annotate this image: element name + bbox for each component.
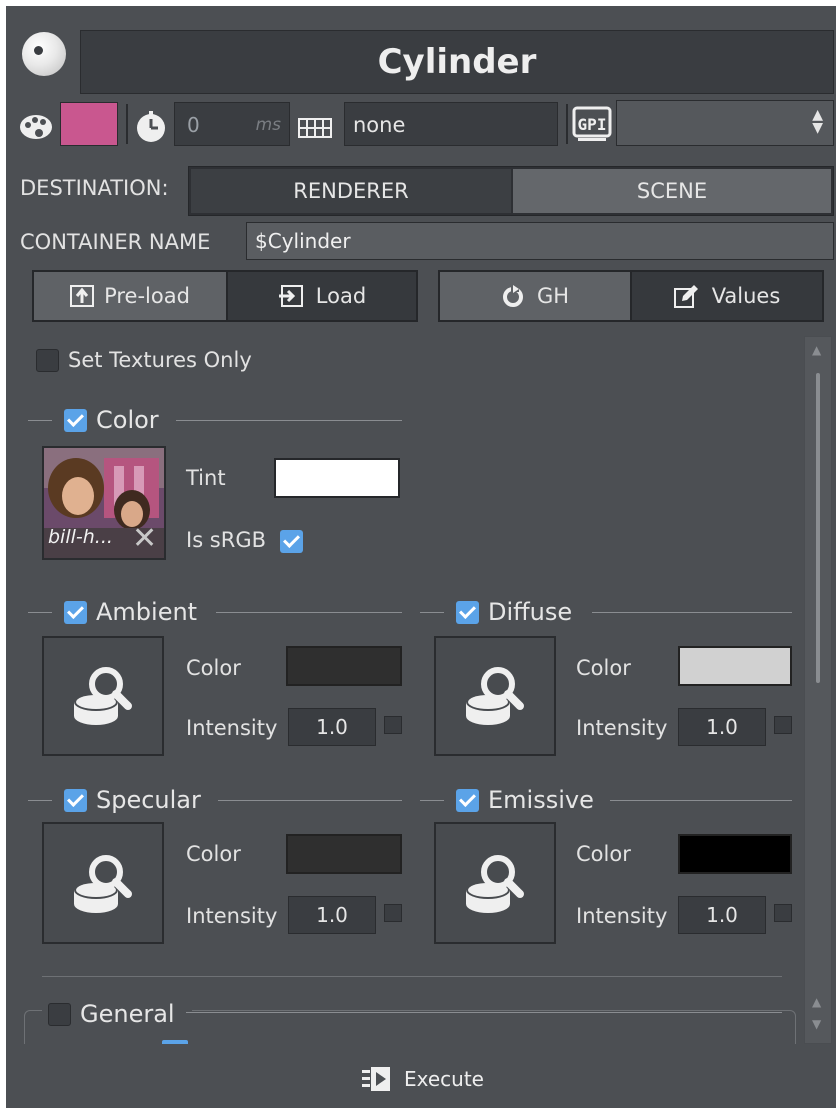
destination-renderer-button[interactable]: RENDERER — [191, 169, 511, 213]
database-search-icon — [74, 667, 132, 725]
ambient-color-label: Color — [186, 656, 241, 680]
execute-label: Execute — [404, 1067, 484, 1091]
diffuse-intensity-input[interactable]: 1.0 — [678, 708, 766, 746]
gh-values-group: GH Values — [438, 270, 824, 322]
sphere-icon — [22, 32, 66, 76]
destination-toggle: RENDERER SCENE — [188, 166, 834, 216]
ambient-checkbox[interactable] — [64, 601, 87, 624]
time-input[interactable]: 0 ms — [174, 102, 290, 146]
emissive-intensity-input[interactable]: 1.0 — [678, 896, 766, 934]
load-buttons-group: Pre-load Load — [32, 270, 418, 322]
palette-icon — [18, 112, 54, 142]
diffuse-color-label: Color — [576, 656, 631, 680]
scroll-content: Set Textures Only Color bill-h... ✕ Tint — [6, 332, 802, 1044]
specular-title: Specular — [96, 786, 201, 814]
section-divider — [42, 976, 782, 977]
remove-texture-icon[interactable]: ✕ — [132, 524, 157, 554]
specular-texture-slot[interactable] — [42, 822, 164, 944]
specular-color-label: Color — [186, 842, 241, 866]
ambient-intensity-label: Intensity — [186, 716, 278, 740]
emissive-color-swatch[interactable] — [678, 834, 792, 874]
color-section-checkbox[interactable] — [64, 409, 87, 432]
gpi-select[interactable]: ▲ ▼ — [616, 100, 834, 146]
gpi-icon: GPI — [572, 106, 612, 142]
texture-name: bill-h... — [48, 526, 113, 548]
emissive-title: Emissive — [488, 786, 594, 814]
emissive-checkbox[interactable] — [456, 789, 479, 812]
values-button[interactable]: Values — [632, 272, 822, 320]
database-search-icon — [466, 855, 524, 913]
scroll-up-arrow[interactable]: ▲ — [812, 343, 821, 357]
layer-grid-icon — [298, 118, 332, 138]
ambient-texture-slot[interactable] — [42, 636, 164, 756]
color-texture-thumbnail[interactable]: bill-h... ✕ — [42, 446, 166, 560]
diffuse-animate-toggle[interactable] — [774, 716, 792, 734]
destination-label: DESTINATION: — [20, 176, 169, 200]
database-search-icon — [74, 855, 132, 913]
emissive-texture-slot[interactable] — [434, 822, 556, 944]
tint-label: Tint — [186, 466, 226, 490]
emissive-intensity-label: Intensity — [576, 904, 668, 928]
color-section-title: Color — [96, 406, 159, 434]
tint-color-swatch[interactable] — [274, 458, 400, 498]
material-panel: Cylinder 0 ms none GPI ▲ ▼ DESTINATION: R… — [6, 6, 836, 1108]
specular-animate-toggle[interactable] — [384, 904, 402, 922]
layer-value: none — [353, 113, 406, 137]
ambient-color-swatch[interactable] — [286, 646, 402, 686]
page-title: Cylinder — [377, 42, 537, 82]
vertical-scrollbar[interactable]: ▲ ▲ ▼ — [804, 336, 832, 1044]
specular-intensity-input[interactable]: 1.0 — [288, 896, 376, 934]
diffuse-texture-slot[interactable] — [434, 636, 556, 756]
execute-icon — [362, 1067, 390, 1091]
diffuse-title: Diffuse — [488, 598, 573, 626]
upload-box-icon — [70, 285, 95, 307]
is-srgb-label: Is sRGB — [186, 528, 267, 552]
timer-icon — [134, 110, 168, 144]
is-srgb-checkbox[interactable] — [280, 530, 303, 553]
scroll-down-arrow-2[interactable]: ▼ — [812, 1017, 821, 1031]
set-textures-only-label: Set Textures Only — [68, 348, 252, 372]
preload-button[interactable]: Pre-load — [34, 272, 226, 320]
container-name-value: $Cylinder — [255, 229, 351, 253]
container-name-input[interactable]: $Cylinder — [246, 222, 834, 260]
refresh-icon — [502, 285, 523, 307]
diffuse-color-swatch[interactable] — [678, 646, 792, 686]
gh-button[interactable]: GH — [440, 272, 630, 320]
execute-button[interactable]: Execute — [362, 1064, 502, 1094]
page-title-box: Cylinder — [80, 30, 834, 94]
time-unit: ms — [255, 115, 281, 135]
ambient-title: Ambient — [96, 598, 198, 626]
ambient-animate-toggle[interactable] — [384, 716, 402, 734]
load-box-icon — [278, 285, 303, 307]
specular-color-swatch[interactable] — [286, 834, 402, 874]
select-arrows-icon: ▲ ▼ — [812, 107, 823, 136]
general-checkbox[interactable] — [48, 1003, 71, 1026]
set-textures-only-checkbox[interactable] — [36, 349, 59, 372]
load-button[interactable]: Load — [228, 272, 416, 320]
scroll-down-arrow[interactable]: ▲ — [812, 995, 821, 1009]
diffuse-intensity-label: Intensity — [576, 716, 668, 740]
layer-input[interactable]: none — [344, 102, 558, 146]
emissive-animate-toggle[interactable] — [774, 904, 792, 922]
destination-scene-button[interactable]: SCENE — [513, 169, 831, 213]
scrollbar-thumb[interactable] — [816, 373, 820, 683]
diffuse-checkbox[interactable] — [456, 601, 479, 624]
ambient-intensity-input[interactable]: 1.0 — [288, 708, 376, 746]
emissive-color-label: Color — [576, 842, 631, 866]
edit-icon — [673, 285, 698, 308]
svg-text:GPI: GPI — [578, 115, 607, 134]
object-color-swatch[interactable] — [60, 102, 118, 146]
general-title: General — [80, 1000, 175, 1028]
specular-intensity-label: Intensity — [186, 904, 278, 928]
time-value: 0 — [187, 113, 200, 137]
specular-checkbox[interactable] — [64, 789, 87, 812]
database-search-icon — [466, 667, 524, 725]
container-name-label: CONTAINER NAME — [20, 230, 211, 254]
